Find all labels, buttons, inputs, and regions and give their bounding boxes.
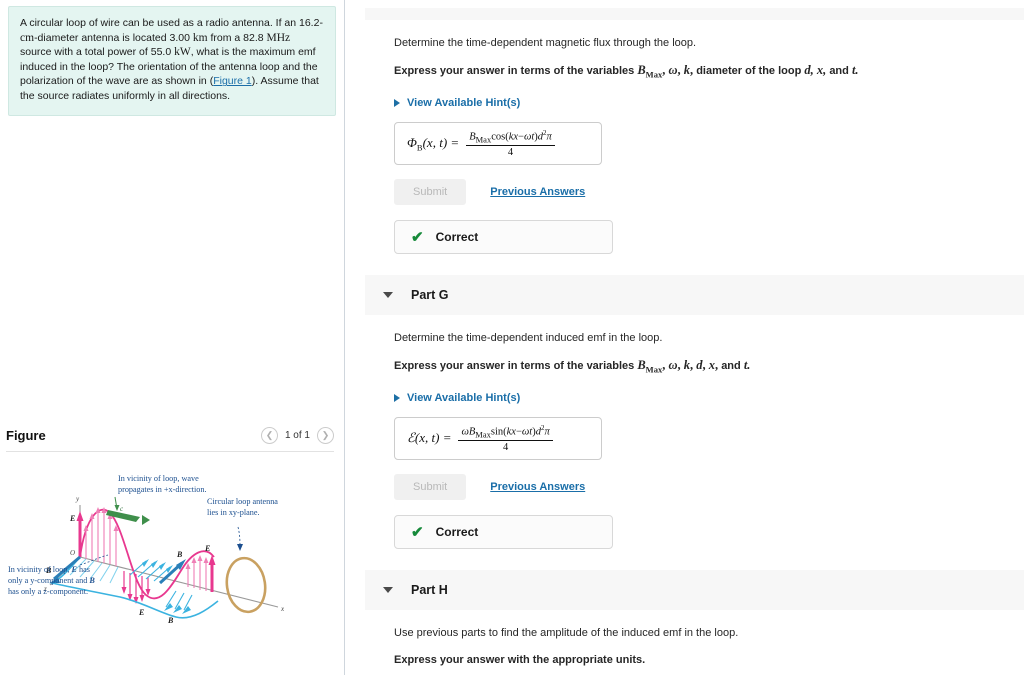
svg-text:B: B [167, 616, 174, 625]
instruction-tail: diameter of the loop [696, 65, 802, 77]
instruction-and: and [829, 65, 849, 77]
answer-display[interactable]: ΦB(x, t) = BMaxcos(kx−ωt)d2π 4 [394, 121, 602, 166]
chevron-right-icon[interactable]: ❯ [317, 426, 334, 444]
statement-text: A circular loop of wire can be used as a… [20, 17, 323, 29]
answer-equation-g: ℰ(x, t) = ωBMaxsin(kx−ωt)d2π 4 [407, 423, 553, 454]
svg-text:y: y [75, 495, 80, 503]
caret-down-icon[interactable] [383, 587, 393, 594]
instruction-var-t-g: t. [743, 358, 751, 373]
part-label-g: Part G [411, 288, 449, 303]
parts-panel: Determine the time-dependent magnetic fl… [345, 0, 1024, 675]
figure-title: Figure [6, 427, 46, 443]
instruction-and-g: and [721, 360, 741, 373]
part-instruction-g: Express your answer in terms of the vari… [394, 358, 1024, 378]
left-panel: A circular loop of wire can be used as a… [0, 0, 345, 675]
part-body-h: Use previous parts to find the amplitude… [345, 610, 1024, 675]
answer-fraction: BMaxcos(kx−ωt)d2π 4 [466, 128, 555, 159]
answer-fraction-g: ωBMaxsin(kx−ωt)d2π 4 [458, 423, 553, 454]
instruction-variables-tail: d, x, [804, 63, 827, 77]
status-badge: ✔ Correct [394, 220, 613, 255]
answer-lhs-g: ℰ(x, t) = [407, 430, 452, 446]
statement-text: from a 82.8 [207, 31, 267, 44]
answer-denominator: 4 [507, 147, 514, 159]
figure-annotation-top: In vicinity of loop, wave [118, 474, 199, 483]
view-hints-label: View Available Hint(s) [407, 96, 521, 109]
view-hints-label-g: View Available Hint(s) [407, 391, 521, 404]
svg-text:B: B [176, 550, 183, 559]
figure-divider [6, 451, 334, 452]
svg-text:O: O [70, 549, 75, 557]
instruction-var-t: t. [851, 63, 859, 77]
caret-down-icon[interactable] [383, 292, 393, 299]
svg-text:E: E [138, 608, 144, 617]
action-row: Submit Previous Answers [394, 179, 1024, 206]
figure-image[interactable]: y z x O E E E B B B c In vicinity of loo… [0, 465, 345, 665]
em-wave-diagram-svg: y z x O E E E B B B c In vicinity of loo… [8, 474, 285, 625]
figure-annotation-right: Circular loop antenna [207, 497, 278, 506]
statement-text: source with a total power of 55.0 [20, 46, 175, 59]
check-icon: ✔ [411, 228, 424, 246]
view-hints-toggle[interactable]: View Available Hint(s) [394, 97, 1024, 109]
answer-lhs: ΦB(x, t) = [407, 134, 460, 153]
view-hints-toggle-g[interactable]: View Available Hint(s) [394, 392, 1024, 404]
answer-display-g[interactable]: ℰ(x, t) = ωBMaxsin(kx−ωt)d2π 4 [394, 416, 602, 461]
part-body-previous: Determine the time-dependent magnetic fl… [345, 20, 1024, 255]
problem-statement: A circular loop of wire can be used as a… [8, 6, 336, 116]
unit-text: km [192, 31, 208, 44]
previous-answers-link[interactable]: Previous Answers [490, 186, 585, 198]
svg-text:x: x [280, 605, 285, 613]
svg-text:E: E [69, 514, 75, 523]
unit-text: MHz [266, 31, 291, 44]
svg-text:E: E [204, 544, 210, 553]
instruction-prefix: Express your answer in terms of the vari… [394, 65, 635, 77]
figure-annotation-bottom: In vicinity of loop, E has [8, 565, 90, 574]
caret-right-icon [394, 393, 400, 402]
unit-text: cm [20, 31, 35, 44]
part-instruction: Express your answer in terms of the vari… [394, 63, 1024, 83]
instruction-prefix-g: Express your answer in terms of the vari… [394, 360, 635, 373]
submit-button-g[interactable]: Submit [394, 474, 467, 501]
svg-text:lies in xy-plane.: lies in xy-plane. [207, 508, 260, 517]
status-label: Correct [435, 230, 479, 245]
unit-text: kW [174, 46, 191, 59]
part-body-g: Determine the time-dependent induced emf… [345, 315, 1024, 550]
part-label-h: Part H [411, 583, 448, 598]
svg-text:c: c [120, 505, 124, 513]
submit-button[interactable]: Submit [394, 179, 467, 206]
instruction-variables-g: BMax, ω, k, d, x, [637, 358, 719, 375]
svg-text:propagates in +x-direction.: propagates in +x-direction. [118, 485, 207, 494]
part-prompt-h: Use previous parts to find the amplitude… [394, 627, 739, 640]
part-instruction-h: Express your answer with the appropriate… [394, 654, 646, 667]
svg-text:has only a z-component.: has only a z-component. [8, 587, 88, 596]
answer-equation: ΦB(x, t) = BMaxcos(kx−ωt)d2π 4 [407, 128, 555, 159]
part-band-previous[interactable] [365, 8, 1024, 20]
chevron-left-icon[interactable]: ❮ [260, 426, 278, 444]
statement-text: -diameter antenna is located 3.00 [34, 31, 193, 44]
problem-text-run: A circular loop of wire can be used as a… [20, 17, 323, 102]
svg-text:only a y-component and B: only a y-component and B [8, 576, 95, 585]
part-prompt: Determine the time-dependent magnetic fl… [394, 37, 697, 49]
part-band-g[interactable]: Part G [365, 275, 1024, 316]
part-prompt-g: Determine the time-dependent induced emf… [394, 332, 663, 345]
answer-numerator-g: ωBMaxsin(kx−ωt)d2π [461, 423, 550, 440]
status-label-g: Correct [435, 525, 479, 540]
figure-header: Figure ❮ 1 of 1 ❯ [0, 422, 344, 448]
status-badge-g: ✔ Correct [394, 515, 613, 550]
answer-denominator-g: 4 [502, 442, 509, 454]
instruction-variables: BMax, ω, k, [637, 63, 694, 80]
previous-answers-link-g[interactable]: Previous Answers [490, 481, 585, 493]
check-icon: ✔ [411, 523, 424, 541]
caret-right-icon [394, 98, 400, 107]
problem-page: A circular loop of wire can be used as a… [0, 0, 1024, 675]
figure-counter: 1 of 1 [284, 429, 310, 441]
part-band-h[interactable]: Part H [365, 570, 1024, 611]
action-row-g: Submit Previous Answers [394, 474, 1024, 501]
answer-numerator: BMaxcos(kx−ωt)d2π [469, 128, 552, 145]
figure-navigation: ❮ 1 of 1 ❯ [260, 426, 334, 444]
figure-1-link[interactable]: Figure 1 [213, 75, 252, 87]
